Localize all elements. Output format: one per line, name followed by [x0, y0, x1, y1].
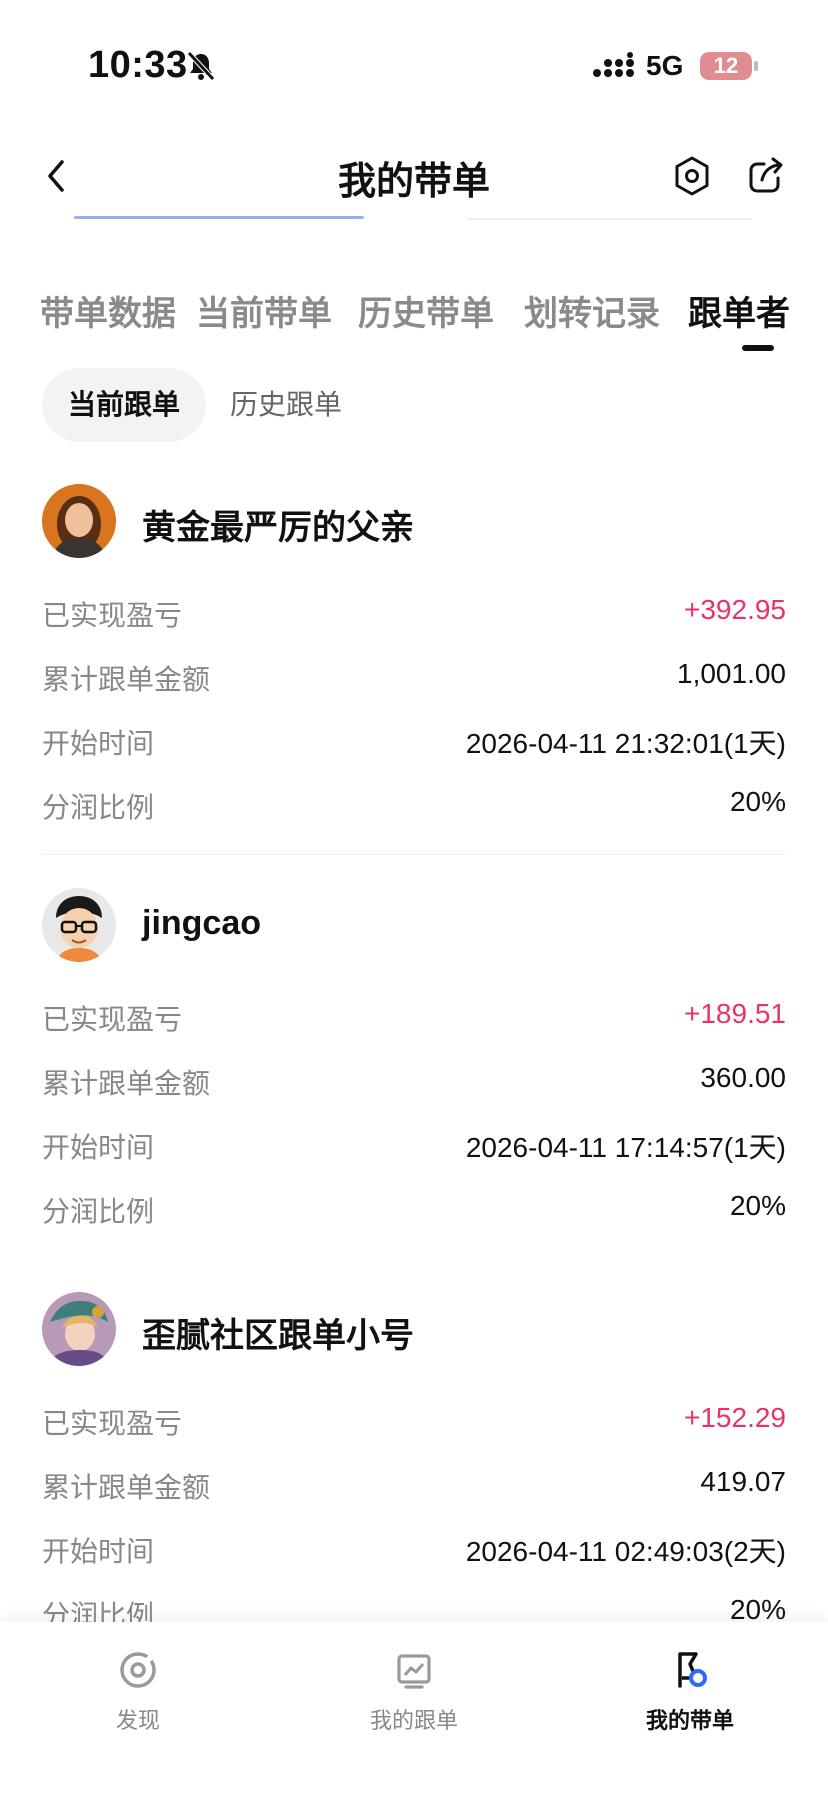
profit-share-label: 分润比例: [42, 1196, 155, 1227]
tab-bar: 带单数据 当前带单 历史带单 划转记录 跟单者: [0, 276, 828, 356]
start-time-value: 2026-04-11 02:49:03(2天): [465, 1536, 786, 1567]
total-amount-value: 360.00: [700, 1062, 786, 1093]
status-bar: 10:33 5G 12: [0, 0, 828, 120]
follower-name: jingcao: [142, 904, 262, 942]
bell-muted-icon: [186, 50, 216, 87]
start-time-value: 2026-04-11 21:32:01(1天): [465, 728, 786, 759]
profit-share-row: 分润比例 20%: [42, 786, 786, 826]
nav-my-follow-label: 我的跟单: [369, 1708, 458, 1733]
profit-share-value: 20%: [729, 786, 786, 817]
network-type: 5G: [646, 50, 684, 81]
battery-icon: 12: [700, 52, 752, 80]
realized-pnl-row: 已实现盈亏 +392.95: [42, 594, 786, 634]
nav-my-lead-label: 我的带单: [645, 1708, 734, 1733]
total-amount-value: 1,001.00: [677, 658, 786, 689]
nav-discover-label: 发现: [115, 1708, 160, 1733]
total-amount-row: 累计跟单金额 360.00: [42, 1062, 786, 1102]
realized-pnl-label: 已实现盈亏: [42, 600, 183, 631]
chart-icon: [394, 1654, 434, 1694]
status-time: 10:33: [88, 44, 188, 86]
battery-tip: [754, 61, 758, 71]
discover-icon: [118, 1652, 158, 1694]
header-scroll-divider: [468, 218, 752, 220]
subtab-history-follow[interactable]: 历史跟单: [204, 368, 368, 442]
signal-icon: [592, 52, 636, 85]
realized-pnl-value: +189.51: [684, 998, 786, 1029]
tab-active-indicator: [742, 345, 774, 351]
realized-pnl-value: +392.95: [684, 594, 786, 625]
subtab-current-follow[interactable]: 当前跟单: [42, 368, 207, 442]
start-time-label: 开始时间: [42, 1536, 155, 1567]
total-amount-row: 累计跟单金额 419.07: [42, 1466, 786, 1506]
realized-pnl-row: 已实现盈亏 +189.51: [42, 998, 786, 1038]
nav-my-follow[interactable]: 我的跟单: [334, 1650, 494, 1735]
avatar: [42, 888, 116, 962]
share-icon[interactable]: [746, 154, 788, 201]
avatar: [42, 1292, 116, 1366]
follower-card[interactable]: 黄金最严厉的父亲 已实现盈亏 +392.95 累计跟单金额 1,001.00 开…: [42, 484, 786, 844]
total-amount-label: 累计跟单金额: [42, 1068, 211, 1099]
lead-trade-icon: [670, 1652, 710, 1694]
realized-pnl-label: 已实现盈亏: [42, 1004, 183, 1035]
total-amount-label: 累计跟单金额: [42, 664, 211, 695]
profit-share-label: 分润比例: [42, 792, 155, 823]
total-amount-label: 累计跟单金额: [42, 1472, 211, 1503]
total-amount-row: 累计跟单金额 1,001.00: [42, 658, 786, 698]
start-time-row: 开始时间 2026-04-11 02:49:03(2天): [42, 1530, 786, 1570]
total-amount-value: 419.07: [700, 1466, 786, 1497]
header-scroll-shadow: [74, 216, 364, 219]
follower-card[interactable]: jingcao 已实现盈亏 +189.51 累计跟单金额 360.00 开始时间…: [42, 888, 786, 1248]
follower-name: 歪腻社区跟单小号: [142, 1317, 414, 1355]
tab-current-lead[interactable]: 当前带单: [196, 286, 332, 335]
card-divider: [42, 854, 786, 855]
tab-lead-data[interactable]: 带单数据: [40, 286, 176, 335]
start-time-row: 开始时间 2026-04-11 17:14:57(1天): [42, 1126, 786, 1166]
tab-history-lead[interactable]: 历史带单: [358, 286, 494, 335]
realized-pnl-value: +152.29: [684, 1402, 786, 1433]
tab-followers[interactable]: 跟单者: [688, 286, 790, 335]
nav-bar: 我的带单: [0, 130, 828, 220]
realized-pnl-label: 已实现盈亏: [42, 1408, 183, 1439]
settings-hexagon-icon[interactable]: [672, 154, 712, 203]
follower-name: 黄金最严厉的父亲: [142, 509, 414, 547]
profit-share-value: 20%: [729, 1190, 786, 1221]
bottom-nav: 发现 我的跟单 我的带单: [0, 1622, 828, 1801]
start-time-label: 开始时间: [42, 728, 155, 759]
start-time-label: 开始时间: [42, 1132, 155, 1163]
tab-transfer-records[interactable]: 划转记录: [524, 286, 660, 335]
realized-pnl-row: 已实现盈亏 +152.29: [42, 1402, 786, 1442]
nav-my-lead[interactable]: 我的带单: [610, 1650, 770, 1735]
follower-card[interactable]: 歪腻社区跟单小号 已实现盈亏 +152.29 累计跟单金额 419.07 开始时…: [42, 1292, 786, 1631]
profit-share-row: 分润比例 20%: [42, 1190, 786, 1230]
avatar: [42, 484, 116, 558]
start-time-value: 2026-04-11 17:14:57(1天): [465, 1132, 786, 1163]
start-time-row: 开始时间 2026-04-11 21:32:01(1天): [42, 722, 786, 762]
nav-discover[interactable]: 发现: [58, 1650, 218, 1735]
